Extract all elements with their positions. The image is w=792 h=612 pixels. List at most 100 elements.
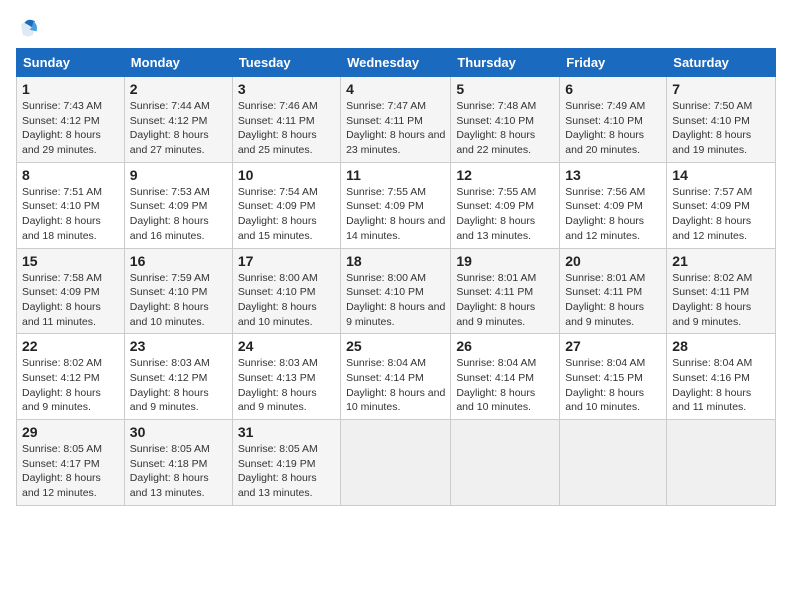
day-info: Sunrise: 7:49 AMSunset: 4:10 PMDaylight:… [565,100,645,156]
day-number: 5 [456,81,554,97]
calendar-day-cell: 31 Sunrise: 8:05 AMSunset: 4:19 PMDaylig… [232,420,340,506]
calendar-day-cell: 24 Sunrise: 8:03 AMSunset: 4:13 PMDaylig… [232,334,340,420]
calendar-day-cell: 23 Sunrise: 8:03 AMSunset: 4:12 PMDaylig… [124,334,232,420]
day-info: Sunrise: 7:55 AMSunset: 4:09 PMDaylight:… [346,186,445,242]
calendar-day-cell: 4 Sunrise: 7:47 AMSunset: 4:11 PMDayligh… [341,77,451,163]
day-number: 16 [130,253,227,269]
calendar-day-cell: 2 Sunrise: 7:44 AMSunset: 4:12 PMDayligh… [124,77,232,163]
calendar-day-cell: 6 Sunrise: 7:49 AMSunset: 4:10 PMDayligh… [560,77,667,163]
calendar-day-cell: 27 Sunrise: 8:04 AMSunset: 4:15 PMDaylig… [560,334,667,420]
day-info: Sunrise: 8:02 AMSunset: 4:11 PMDaylight:… [672,272,752,328]
day-number: 4 [346,81,445,97]
weekday-header: Thursday [451,49,560,77]
day-number: 12 [456,167,554,183]
calendar-day-cell: 7 Sunrise: 7:50 AMSunset: 4:10 PMDayligh… [667,77,776,163]
calendar-week-row: 29 Sunrise: 8:05 AMSunset: 4:17 PMDaylig… [17,420,776,506]
day-info: Sunrise: 7:57 AMSunset: 4:09 PMDaylight:… [672,186,752,242]
day-info: Sunrise: 8:04 AMSunset: 4:16 PMDaylight:… [672,357,752,413]
calendar-week-row: 22 Sunrise: 8:02 AMSunset: 4:12 PMDaylig… [17,334,776,420]
day-info: Sunrise: 7:55 AMSunset: 4:09 PMDaylight:… [456,186,536,242]
day-info: Sunrise: 7:44 AMSunset: 4:12 PMDaylight:… [130,100,210,156]
calendar-day-cell: 11 Sunrise: 7:55 AMSunset: 4:09 PMDaylig… [341,162,451,248]
calendar-day-cell: 18 Sunrise: 8:00 AMSunset: 4:10 PMDaylig… [341,248,451,334]
calendar-day-cell: 8 Sunrise: 7:51 AMSunset: 4:10 PMDayligh… [17,162,125,248]
day-info: Sunrise: 8:05 AMSunset: 4:18 PMDaylight:… [130,443,210,499]
day-number: 27 [565,338,661,354]
day-number: 3 [238,81,335,97]
day-info: Sunrise: 8:04 AMSunset: 4:14 PMDaylight:… [346,357,445,413]
day-info: Sunrise: 7:53 AMSunset: 4:09 PMDaylight:… [130,186,210,242]
day-number: 10 [238,167,335,183]
day-number: 25 [346,338,445,354]
calendar-day-cell [341,420,451,506]
calendar-day-cell [451,420,560,506]
day-info: Sunrise: 8:03 AMSunset: 4:12 PMDaylight:… [130,357,210,413]
calendar-day-cell: 12 Sunrise: 7:55 AMSunset: 4:09 PMDaylig… [451,162,560,248]
calendar-day-cell: 30 Sunrise: 8:05 AMSunset: 4:18 PMDaylig… [124,420,232,506]
weekday-header: Wednesday [341,49,451,77]
weekday-header: Friday [560,49,667,77]
calendar-day-cell: 19 Sunrise: 8:01 AMSunset: 4:11 PMDaylig… [451,248,560,334]
day-number: 17 [238,253,335,269]
day-number: 31 [238,424,335,440]
calendar-day-cell: 29 Sunrise: 8:05 AMSunset: 4:17 PMDaylig… [17,420,125,506]
day-number: 19 [456,253,554,269]
day-number: 26 [456,338,554,354]
calendar-day-cell: 10 Sunrise: 7:54 AMSunset: 4:09 PMDaylig… [232,162,340,248]
calendar-week-row: 1 Sunrise: 7:43 AMSunset: 4:12 PMDayligh… [17,77,776,163]
calendar-header-row: SundayMondayTuesdayWednesdayThursdayFrid… [17,49,776,77]
day-info: Sunrise: 7:43 AMSunset: 4:12 PMDaylight:… [22,100,102,156]
day-number: 22 [22,338,119,354]
day-info: Sunrise: 7:56 AMSunset: 4:09 PMDaylight:… [565,186,645,242]
page-header [16,16,776,40]
calendar-day-cell: 28 Sunrise: 8:04 AMSunset: 4:16 PMDaylig… [667,334,776,420]
day-info: Sunrise: 7:59 AMSunset: 4:10 PMDaylight:… [130,272,210,328]
day-info: Sunrise: 8:00 AMSunset: 4:10 PMDaylight:… [238,272,318,328]
day-info: Sunrise: 7:51 AMSunset: 4:10 PMDaylight:… [22,186,102,242]
day-number: 14 [672,167,770,183]
day-number: 24 [238,338,335,354]
calendar-day-cell: 20 Sunrise: 8:01 AMSunset: 4:11 PMDaylig… [560,248,667,334]
calendar-week-row: 15 Sunrise: 7:58 AMSunset: 4:09 PMDaylig… [17,248,776,334]
calendar-day-cell: 1 Sunrise: 7:43 AMSunset: 4:12 PMDayligh… [17,77,125,163]
day-number: 11 [346,167,445,183]
day-number: 18 [346,253,445,269]
calendar-day-cell: 3 Sunrise: 7:46 AMSunset: 4:11 PMDayligh… [232,77,340,163]
calendar-day-cell: 14 Sunrise: 7:57 AMSunset: 4:09 PMDaylig… [667,162,776,248]
day-number: 2 [130,81,227,97]
day-number: 8 [22,167,119,183]
day-info: Sunrise: 7:54 AMSunset: 4:09 PMDaylight:… [238,186,318,242]
calendar-day-cell: 9 Sunrise: 7:53 AMSunset: 4:09 PMDayligh… [124,162,232,248]
day-info: Sunrise: 8:01 AMSunset: 4:11 PMDaylight:… [456,272,536,328]
day-info: Sunrise: 8:03 AMSunset: 4:13 PMDaylight:… [238,357,318,413]
day-info: Sunrise: 8:05 AMSunset: 4:17 PMDaylight:… [22,443,102,499]
calendar-day-cell: 13 Sunrise: 7:56 AMSunset: 4:09 PMDaylig… [560,162,667,248]
day-number: 30 [130,424,227,440]
calendar-day-cell: 17 Sunrise: 8:00 AMSunset: 4:10 PMDaylig… [232,248,340,334]
calendar-week-row: 8 Sunrise: 7:51 AMSunset: 4:10 PMDayligh… [17,162,776,248]
calendar-day-cell: 22 Sunrise: 8:02 AMSunset: 4:12 PMDaylig… [17,334,125,420]
day-number: 28 [672,338,770,354]
calendar: SundayMondayTuesdayWednesdayThursdayFrid… [16,48,776,506]
weekday-header: Monday [124,49,232,77]
calendar-day-cell: 5 Sunrise: 7:48 AMSunset: 4:10 PMDayligh… [451,77,560,163]
day-info: Sunrise: 8:05 AMSunset: 4:19 PMDaylight:… [238,443,318,499]
day-info: Sunrise: 7:48 AMSunset: 4:10 PMDaylight:… [456,100,536,156]
day-info: Sunrise: 7:58 AMSunset: 4:09 PMDaylight:… [22,272,102,328]
logo-icon [16,16,40,40]
logo [16,16,44,40]
day-number: 29 [22,424,119,440]
day-info: Sunrise: 8:04 AMSunset: 4:15 PMDaylight:… [565,357,645,413]
day-number: 20 [565,253,661,269]
day-number: 9 [130,167,227,183]
day-number: 6 [565,81,661,97]
weekday-header: Tuesday [232,49,340,77]
calendar-day-cell: 16 Sunrise: 7:59 AMSunset: 4:10 PMDaylig… [124,248,232,334]
weekday-header: Saturday [667,49,776,77]
day-info: Sunrise: 7:46 AMSunset: 4:11 PMDaylight:… [238,100,318,156]
day-info: Sunrise: 8:01 AMSunset: 4:11 PMDaylight:… [565,272,645,328]
calendar-body: 1 Sunrise: 7:43 AMSunset: 4:12 PMDayligh… [17,77,776,506]
day-number: 15 [22,253,119,269]
day-number: 7 [672,81,770,97]
day-info: Sunrise: 8:02 AMSunset: 4:12 PMDaylight:… [22,357,102,413]
